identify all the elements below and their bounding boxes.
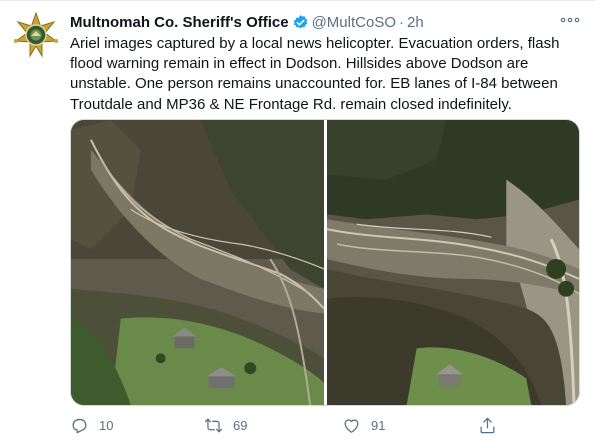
more-options-icon[interactable]: [559, 13, 581, 27]
sheriff-star-avatar-icon[interactable]: [12, 11, 60, 59]
retweet-icon: [204, 418, 223, 432]
share-icon: [480, 417, 495, 433]
separator-dot: ·: [399, 13, 404, 31]
display-name[interactable]: Multnomah Co. Sheriff's Office: [70, 14, 289, 31]
tweet-actions: 10 69 91: [70, 413, 580, 437]
retweet-button[interactable]: 69: [204, 413, 247, 437]
heart-icon: [344, 418, 359, 433]
like-count: 91: [371, 417, 386, 433]
reply-count: 10: [99, 417, 114, 433]
verified-badge-icon: [292, 14, 309, 31]
retweet-count: 69: [233, 417, 248, 433]
share-button[interactable]: [478, 413, 507, 437]
handle[interactable]: @MultCoSO: [312, 14, 396, 31]
like-button[interactable]: 91: [342, 413, 385, 437]
tweet-card[interactable]: Multnomah Co. Sheriff's Office @MultCoSO…: [0, 0, 595, 445]
reply-button[interactable]: 10: [70, 413, 113, 437]
tweet-text: Ariel images captured by a local news he…: [70, 35, 560, 113]
reply-icon: [72, 418, 87, 433]
timestamp[interactable]: 2h: [407, 14, 424, 31]
aerial-landslide-photo[interactable]: [71, 120, 324, 405]
media-grid: [70, 119, 580, 406]
aerial-debris-flow-photo[interactable]: [326, 120, 579, 405]
tweet-header: Multnomah Co. Sheriff's Office @MultCoSO…: [70, 11, 585, 33]
